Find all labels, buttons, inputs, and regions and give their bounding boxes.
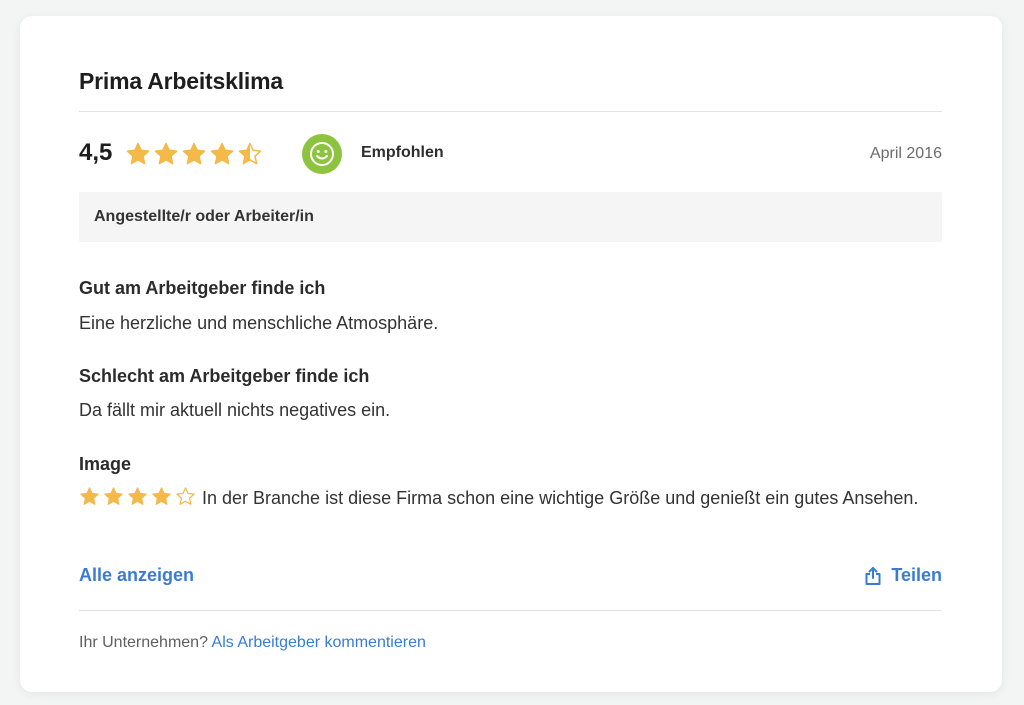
divider — [79, 610, 942, 611]
footer-prompt: Ihr Unternehmen? — [79, 634, 208, 651]
star-icon — [126, 142, 150, 165]
rating-row: 4,5 Empfohlen April 2016 — [79, 134, 942, 174]
image-rating-row: In der Branche ist diese Firma schon ein… — [79, 484, 942, 513]
star-icon — [128, 487, 147, 505]
star-icon — [210, 142, 234, 165]
overall-star-rating — [125, 141, 263, 167]
star-icon — [80, 487, 99, 505]
image-heading: Image — [79, 454, 132, 474]
star-icon — [182, 142, 206, 165]
star-icon — [152, 487, 171, 505]
review-date: April 2016 — [869, 145, 942, 162]
overall-score: 4,5 — [79, 139, 113, 166]
bad-heading: Schlecht am Arbeitgeber finde ich — [79, 366, 370, 386]
employer-comment-footer: Ihr Unternehmen? Als Arbeitgeber komment… — [79, 634, 426, 652]
star-icon — [154, 142, 178, 165]
star-icon — [104, 487, 123, 505]
recommendation-label: Empfohlen — [361, 144, 444, 161]
good-text: Eine herzliche und menschliche Atmosphär… — [79, 313, 439, 333]
good-heading: Gut am Arbeitgeber finde ich — [79, 278, 326, 298]
image-star-rating — [79, 486, 196, 507]
bad-text: Da fällt mir aktuell nichts negatives ei… — [79, 400, 391, 420]
show-all-link[interactable]: Alle anzeigen — [79, 565, 194, 586]
star-icon — [176, 487, 195, 505]
divider — [79, 111, 942, 112]
share-button[interactable]: Teilen — [863, 565, 942, 586]
smiley-icon — [302, 134, 342, 174]
review-title: Prima Arbeitsklima — [79, 68, 283, 94]
employer-comment-link[interactable]: Als Arbeitgeber kommentieren — [212, 634, 426, 651]
reviewer-role: Angestellte/r oder Arbeiter/in — [94, 208, 314, 225]
share-label: Teilen — [891, 565, 942, 585]
reviewer-role-box: Angestellte/r oder Arbeiter/in — [79, 192, 942, 242]
review-card: Prima Arbeitsklima 4,5 Empfohlen April 2… — [20, 16, 1002, 692]
star-icon — [238, 142, 262, 165]
image-text: In der Branche ist diese Firma schon ein… — [202, 488, 919, 508]
share-icon — [865, 566, 881, 585]
